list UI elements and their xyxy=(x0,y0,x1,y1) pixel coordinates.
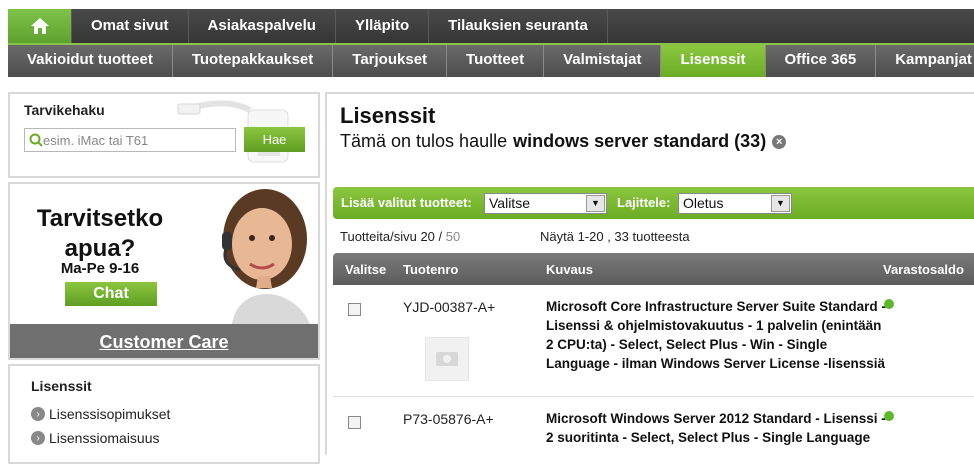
search-input[interactable]: esim. iMac tai T61 xyxy=(24,128,236,152)
subnav-tuotteet[interactable]: Tuotteet xyxy=(447,45,545,77)
nav-omat-sivut[interactable]: Omat sivut xyxy=(71,9,188,43)
header-description[interactable]: Kuvaus xyxy=(546,262,593,277)
sidebar-title: Lisenssit xyxy=(31,378,92,394)
subnav-tarjoukset[interactable]: Tarjoukset xyxy=(333,45,448,77)
no-image-placeholder xyxy=(425,337,469,381)
subnav-valmistajat[interactable]: Valmistajat xyxy=(544,45,662,77)
top-navigation: Omat sivut Asiakaspalvelu Ylläpito Tilau… xyxy=(8,9,974,43)
sort-select[interactable]: Oletus ▼ xyxy=(678,193,792,214)
table-row: P73-05876-A+ Microsoft Windows Server 20… xyxy=(333,398,974,468)
arrow-right-icon: › xyxy=(31,407,45,421)
chevron-down-icon: ▼ xyxy=(586,195,605,212)
help-box: Tarvitsetko apua? Ma-Pe 9-16 Chat Custom… xyxy=(8,182,320,360)
support-agent-photo xyxy=(222,189,310,324)
product-description[interactable]: Microsoft Windows Server 2012 Standard -… xyxy=(546,409,886,447)
home-icon xyxy=(30,18,49,34)
home-button[interactable] xyxy=(8,9,71,43)
chat-button[interactable]: Chat xyxy=(65,282,157,306)
nav-yllapito[interactable]: Ylläpito xyxy=(334,9,428,43)
search-button[interactable]: Hae xyxy=(244,127,305,152)
row-checkbox[interactable] xyxy=(348,303,361,316)
header-select: Valitse xyxy=(345,262,387,277)
add-selected-label: Lisää valitut tuotteet: xyxy=(341,195,472,210)
sidebar-box: Lisenssit › Lisenssisopimukset › Lisenss… xyxy=(8,364,320,464)
stock-status-dot xyxy=(884,411,894,421)
row-checkbox[interactable] xyxy=(348,416,361,429)
product-number[interactable]: P73-05876-A+ xyxy=(403,411,494,427)
search-title: Tarvikehaku xyxy=(24,102,105,118)
action-bar: Lisää valitut tuotteet: Valitse ▼ Lajitt… xyxy=(333,187,974,219)
search-placeholder: esim. iMac tai T61 xyxy=(43,132,149,148)
subnav-lisenssit[interactable]: Lisenssit xyxy=(661,45,766,77)
table-header: Valitse Tuotenro Kuvaus Varastosaldo xyxy=(333,253,974,285)
customer-care-link[interactable]: Customer Care xyxy=(10,324,318,358)
nav-tilauksien-seuranta[interactable]: Tilauksien seuranta xyxy=(428,9,608,43)
subnav-kampanjat[interactable]: Kampanjat xyxy=(876,45,974,77)
add-selected-select[interactable]: Valitse ▼ xyxy=(484,193,607,214)
table-row: YJD-00387-A+ Microsoft Core Infrastructu… xyxy=(333,285,974,397)
sidebar-item-lisenssiomaisuus[interactable]: › Lisenssiomaisuus xyxy=(31,430,160,446)
subnav-office-365[interactable]: Office 365 xyxy=(766,45,877,77)
per-page-control: Tuotteita/sivu 20 / 50 xyxy=(340,229,461,244)
sidebar-item-lisenssisopimukset[interactable]: › Lisenssisopimukset xyxy=(31,406,170,422)
help-hours: Ma-Pe 9-16 xyxy=(60,260,140,277)
accessory-search-box: Tarvikehaku esim. iMac tai T61 Hae xyxy=(8,92,320,178)
sub-navigation: Vakioidut tuotteet Tuotepakkaukset Tarjo… xyxy=(8,43,974,77)
subnav-tuotepakkaukset[interactable]: Tuotepakkaukset xyxy=(173,45,334,77)
per-page-50-link[interactable]: 50 xyxy=(446,229,460,244)
camera-icon xyxy=(436,352,458,366)
clear-search-icon[interactable]: × xyxy=(772,134,787,149)
search-result-summary: Tämä on tulos haulle windows server stan… xyxy=(340,131,787,152)
result-count: Näytä 1-20 , 33 tuotteesta xyxy=(540,229,690,244)
sort-label: Lajittele: xyxy=(617,195,671,210)
stock-status-dot xyxy=(884,299,894,309)
header-stock[interactable]: Varastosaldo xyxy=(883,262,964,277)
nav-asiakaspalvelu[interactable]: Asiakaspalvelu xyxy=(187,9,335,43)
arrow-right-icon: › xyxy=(31,431,45,445)
page-title: Lisenssit xyxy=(340,103,436,128)
subnav-vakioidut-tuotteet[interactable]: Vakioidut tuotteet xyxy=(8,45,173,77)
product-description[interactable]: Microsoft Core Infrastructure Server Sui… xyxy=(546,297,886,373)
header-product-no[interactable]: Tuotenro xyxy=(403,262,458,277)
product-number[interactable]: YJD-00387-A+ xyxy=(403,299,495,315)
chevron-down-icon: ▼ xyxy=(771,195,790,212)
help-title: Tarvitsetko apua? xyxy=(36,205,164,262)
search-icon xyxy=(29,133,43,147)
